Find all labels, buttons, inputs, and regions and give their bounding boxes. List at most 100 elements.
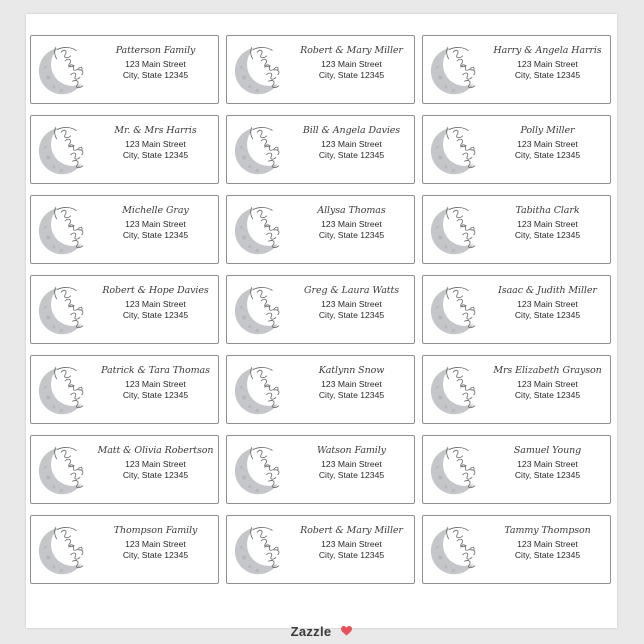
moon-artwork-icon bbox=[234, 527, 282, 575]
label-text: Matt & Olivia Robertson 123 Main Street … bbox=[97, 443, 214, 481]
street-line: 123 Main Street bbox=[517, 459, 578, 469]
street-line: 123 Main Street bbox=[125, 459, 186, 469]
moon-artwork-icon bbox=[430, 527, 478, 575]
recipient-name: Greg & Laura Watts bbox=[304, 285, 399, 296]
moon-artwork-icon bbox=[430, 207, 478, 255]
street-line: 123 Main Street bbox=[125, 539, 186, 549]
moon-artwork-icon bbox=[430, 127, 478, 175]
recipient-name: Matt & Olivia Robertson bbox=[97, 445, 214, 456]
label-text: Katlynn Snow 123 Main Street City, State… bbox=[293, 363, 410, 401]
label-text: Patterson Family 123 Main Street City, S… bbox=[97, 43, 214, 81]
heart-icon bbox=[341, 626, 353, 636]
moon-artwork-icon bbox=[38, 207, 86, 255]
address-label: Polly Miller 123 Main Street City, State… bbox=[422, 115, 611, 184]
address-label: Samuel Young 123 Main Street City, State… bbox=[422, 435, 611, 504]
street-line: 123 Main Street bbox=[125, 299, 186, 309]
label-text: Robert & Mary Miller 123 Main Street Cit… bbox=[293, 43, 410, 81]
address-label: Mrs Elizabeth Grayson 123 Main Street Ci… bbox=[422, 355, 611, 424]
moon-artwork-icon bbox=[430, 287, 478, 335]
address-label: Isaac & Judith Miller 123 Main Street Ci… bbox=[422, 275, 611, 344]
moon-artwork-icon bbox=[234, 367, 282, 415]
moon-artwork-icon bbox=[234, 47, 282, 95]
recipient-name: Watson Family bbox=[317, 445, 386, 456]
moon-artwork-icon bbox=[234, 127, 282, 175]
street-line: 123 Main Street bbox=[321, 379, 382, 389]
address-label: Robert & Hope Davies 123 Main Street Cit… bbox=[30, 275, 219, 344]
moon-artwork-icon bbox=[430, 447, 478, 495]
footer: Zazzle bbox=[26, 622, 617, 640]
street-line: 123 Main Street bbox=[517, 219, 578, 229]
recipient-name: Harry & Angela Harris bbox=[493, 45, 602, 56]
city-line: City, State 12345 bbox=[122, 310, 189, 320]
city-line: City, State 12345 bbox=[122, 150, 189, 160]
city-line: City, State 12345 bbox=[318, 150, 385, 160]
city-line: City, State 12345 bbox=[318, 470, 385, 480]
moon-artwork-icon bbox=[38, 447, 86, 495]
recipient-name: Tabitha Clark bbox=[515, 205, 580, 216]
label-text: Patrick & Tara Thomas 123 Main Street Ci… bbox=[97, 363, 214, 401]
street-line: 123 Main Street bbox=[517, 379, 578, 389]
city-line: City, State 12345 bbox=[514, 550, 581, 560]
street-line: 123 Main Street bbox=[321, 299, 382, 309]
moon-artwork-icon bbox=[38, 47, 86, 95]
moon-artwork-icon bbox=[430, 367, 478, 415]
city-line: City, State 12345 bbox=[318, 550, 385, 560]
label-text: Robert & Hope Davies 123 Main Street Cit… bbox=[97, 283, 214, 321]
city-line: City, State 12345 bbox=[514, 150, 581, 160]
address-label: Katlynn Snow 123 Main Street City, State… bbox=[226, 355, 415, 424]
city-line: City, State 12345 bbox=[318, 70, 385, 80]
city-line: City, State 12345 bbox=[514, 310, 581, 320]
recipient-name: Samuel Young bbox=[513, 445, 582, 456]
street-line: 123 Main Street bbox=[125, 59, 186, 69]
moon-artwork-icon bbox=[38, 527, 86, 575]
address-label: Robert & Mary Miller 123 Main Street Cit… bbox=[226, 35, 415, 104]
address-label: Thompson Family 123 Main Street City, St… bbox=[30, 515, 219, 584]
city-line: City, State 12345 bbox=[122, 550, 189, 560]
city-line: City, State 12345 bbox=[318, 310, 385, 320]
address-label: Bill & Angela Davies 123 Main Street Cit… bbox=[226, 115, 415, 184]
address-label: Patrick & Tara Thomas 123 Main Street Ci… bbox=[30, 355, 219, 424]
address-label: Watson Family 123 Main Street City, Stat… bbox=[226, 435, 415, 504]
sticker-sheet: Patterson Family 123 Main Street City, S… bbox=[26, 14, 617, 639]
street-line: 123 Main Street bbox=[321, 219, 382, 229]
street-line: 123 Main Street bbox=[125, 139, 186, 149]
address-label: Allysa Thomas 123 Main Street City, Stat… bbox=[226, 195, 415, 264]
recipient-name: Allysa Thomas bbox=[317, 205, 386, 216]
label-text: Robert & Mary Miller 123 Main Street Cit… bbox=[293, 523, 410, 561]
label-text: Polly Miller 123 Main Street City, State… bbox=[489, 123, 606, 161]
city-line: City, State 12345 bbox=[122, 390, 189, 400]
label-text: Tabitha Clark 123 Main Street City, Stat… bbox=[489, 203, 606, 241]
label-text: Allysa Thomas 123 Main Street City, Stat… bbox=[293, 203, 410, 241]
recipient-name: Tammy Thompson bbox=[504, 525, 591, 536]
recipient-name: Polly Miller bbox=[520, 125, 575, 136]
street-line: 123 Main Street bbox=[517, 299, 578, 309]
address-label: Tammy Thompson 123 Main Street City, Sta… bbox=[422, 515, 611, 584]
label-text: Harry & Angela Harris 123 Main Street Ci… bbox=[489, 43, 606, 81]
city-line: City, State 12345 bbox=[122, 230, 189, 240]
recipient-name: Robert & Mary Miller bbox=[300, 525, 403, 536]
address-label: Tabitha Clark 123 Main Street City, Stat… bbox=[422, 195, 611, 264]
street-line: 123 Main Street bbox=[321, 139, 382, 149]
recipient-name: Mrs Elizabeth Grayson bbox=[493, 365, 602, 376]
street-line: 123 Main Street bbox=[321, 539, 382, 549]
recipient-name: Robert & Hope Davies bbox=[102, 285, 209, 296]
street-line: 123 Main Street bbox=[517, 59, 578, 69]
label-text: Watson Family 123 Main Street City, Stat… bbox=[293, 443, 410, 481]
street-line: 123 Main Street bbox=[125, 379, 186, 389]
address-label: Greg & Laura Watts 123 Main Street City,… bbox=[226, 275, 415, 344]
moon-artwork-icon bbox=[234, 447, 282, 495]
city-line: City, State 12345 bbox=[122, 70, 189, 80]
address-label: Patterson Family 123 Main Street City, S… bbox=[30, 35, 219, 104]
label-text: Isaac & Judith Miller 123 Main Street Ci… bbox=[489, 283, 606, 321]
address-label: Matt & Olivia Robertson 123 Main Street … bbox=[30, 435, 219, 504]
recipient-name: Patrick & Tara Thomas bbox=[101, 365, 210, 376]
label-text: Mr. & Mrs Harris 123 Main Street City, S… bbox=[97, 123, 214, 161]
label-text: Michelle Gray 123 Main Street City, Stat… bbox=[97, 203, 214, 241]
address-label: Harry & Angela Harris 123 Main Street Ci… bbox=[422, 35, 611, 104]
city-line: City, State 12345 bbox=[318, 230, 385, 240]
city-line: City, State 12345 bbox=[122, 470, 189, 480]
moon-artwork-icon bbox=[430, 47, 478, 95]
address-label: Mr. & Mrs Harris 123 Main Street City, S… bbox=[30, 115, 219, 184]
moon-artwork-icon bbox=[234, 207, 282, 255]
recipient-name: Katlynn Snow bbox=[318, 365, 385, 376]
